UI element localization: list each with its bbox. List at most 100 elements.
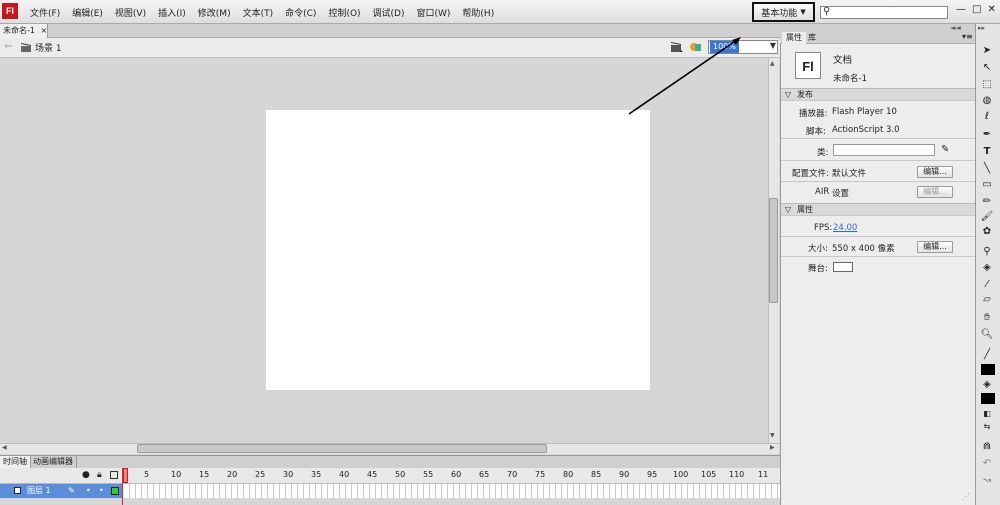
edit-profile-button[interactable]: 编辑... — [917, 166, 953, 178]
3d-rotation-tool-icon[interactable]: ◍ — [978, 94, 996, 108]
menu-edit[interactable]: 编辑(E) — [66, 6, 109, 19]
fill-color-icon[interactable]: ◈ — [978, 378, 996, 392]
menu-control[interactable]: 控制(O) — [322, 6, 366, 19]
menu-text[interactable]: 文本(T) — [237, 6, 280, 19]
workspace-switcher[interactable]: 基本功能 ▼ — [752, 2, 815, 22]
visibility-dot[interactable]: • — [86, 484, 91, 498]
frame-cells[interactable] — [124, 484, 780, 498]
lock-dot[interactable]: • — [99, 484, 104, 498]
eraser-tool-icon[interactable]: ▱ — [978, 293, 996, 307]
brush-tool-icon[interactable]: 🖌︎ — [978, 210, 996, 224]
panel-menu-icon[interactable]: ▾≡ — [962, 32, 973, 41]
tab-timeline[interactable]: 时间轴 — [0, 456, 31, 468]
lasso-tool-icon[interactable]: ℓ — [978, 110, 996, 124]
pencil-tool-icon[interactable]: ✏ — [978, 195, 996, 209]
rectangle-tool-icon[interactable]: ▭ — [978, 178, 996, 192]
menu-insert[interactable]: 插入(I) — [152, 6, 192, 19]
menu-modify[interactable]: 修改(M) — [192, 6, 237, 19]
subselection-tool-icon[interactable]: ↖ — [978, 61, 996, 75]
eyedropper-tool-icon[interactable]: ⁄ — [978, 278, 996, 292]
class-input[interactable] — [833, 144, 935, 156]
help-search-input[interactable]: ⚲ — [820, 6, 948, 19]
callout-arrow — [628, 37, 741, 115]
hand-tool-icon[interactable]: ✋︎ — [978, 311, 996, 325]
menu-file[interactable]: 文件(F) — [24, 6, 66, 19]
frame-number: 65 — [479, 470, 490, 479]
menu-help[interactable]: 帮助(H) — [456, 6, 500, 19]
menu-window[interactable]: 窗口(W) — [411, 6, 457, 19]
line-tool-icon[interactable]: ╲ — [978, 162, 996, 176]
deco-tool-icon[interactable]: ✿ — [978, 225, 996, 239]
frame-number: 10 — [171, 470, 182, 479]
swap-colors-icon[interactable]: ⇆ — [978, 420, 996, 434]
maximize-button[interactable]: □ — [972, 4, 981, 15]
tools-collapse-icon[interactable]: ▸▸ — [978, 24, 985, 32]
frame-number: 105 — [701, 470, 717, 479]
horizontal-scroll-thumb[interactable] — [137, 444, 547, 453]
minimize-button[interactable]: — — [956, 4, 966, 15]
straighten-icon[interactable]: ↝ — [978, 474, 996, 488]
back-arrow-icon[interactable]: ⇐ — [4, 41, 12, 52]
free-transform-tool-icon[interactable]: ⬚ — [978, 78, 996, 92]
scroll-left-icon[interactable]: ◀ — [2, 444, 7, 451]
fps-label: FPS: — [814, 223, 833, 233]
scroll-up-icon[interactable]: ▲ — [770, 60, 775, 67]
section-properties[interactable]: ▽ 属性 — [781, 203, 975, 216]
document-tab[interactable]: 未命名-1 × — [0, 24, 48, 38]
clapper-icon — [21, 43, 31, 52]
paint-bucket-tool-icon[interactable]: ◈ — [978, 261, 996, 275]
tab-properties[interactable]: 属性 — [782, 32, 806, 44]
section-publish[interactable]: ▽ 发布 — [781, 88, 975, 101]
black-white-icon[interactable]: ◧ — [978, 407, 996, 421]
scroll-right-icon[interactable]: ▶ — [770, 444, 775, 451]
air-value: 设置 — [832, 189, 850, 199]
edit-size-button[interactable]: 编辑... — [917, 241, 953, 253]
close-button[interactable]: ✕ — [987, 4, 995, 15]
menu-view[interactable]: 视图(V) — [109, 6, 152, 19]
stage[interactable] — [266, 110, 650, 390]
menu-commands[interactable]: 命令(C) — [279, 6, 322, 19]
scroll-down-icon[interactable]: ▼ — [770, 432, 775, 439]
text-tool-icon[interactable]: T — [978, 145, 996, 159]
eye-icon[interactable]: ● — [82, 470, 90, 480]
frame-number: 20 — [227, 470, 238, 479]
panel-collapse-icon[interactable]: ◄◄ — [950, 24, 961, 32]
pen-tool-icon[interactable]: ✒ — [978, 128, 996, 142]
layer-name-cell[interactable]: 图层 1 ✎ • • — [0, 484, 123, 498]
tab-motion-editor[interactable]: 动画编辑器 — [30, 456, 77, 468]
stroke-color-icon[interactable]: ╱ — [978, 348, 996, 362]
menu-debug[interactable]: 调试(D) — [367, 6, 411, 19]
lock-icon[interactable]: 🔒︎ — [97, 470, 102, 480]
document-tab-label: 未命名-1 — [3, 26, 35, 35]
playhead[interactable] — [122, 468, 128, 505]
outline-color-swatch[interactable] — [111, 487, 119, 495]
edit-air-button[interactable]: 编辑... — [917, 186, 953, 198]
frame-number: 35 — [311, 470, 322, 479]
scene-breadcrumb[interactable]: 场景 1 — [20, 41, 62, 54]
selection-tool-icon[interactable]: ➤ — [978, 44, 996, 58]
fill-color-swatch[interactable] — [981, 393, 995, 404]
bone-tool-icon[interactable]: ⚲ — [978, 245, 996, 259]
close-tab-icon[interactable]: × — [41, 26, 48, 35]
smooth-icon[interactable]: ↶ — [978, 457, 996, 471]
air-label: AIR — [815, 187, 830, 197]
size-value: 550 x 400 像素 — [832, 244, 895, 254]
fps-value[interactable]: 24.00 — [833, 223, 857, 233]
stage-color-swatch[interactable] — [833, 262, 853, 272]
resize-grip-icon[interactable]: ⋰ — [962, 492, 970, 501]
doc-type: 文档 — [833, 55, 853, 66]
collapse-icon: ▽ — [785, 205, 792, 214]
divider — [781, 236, 975, 237]
tab-library[interactable]: 库 — [804, 32, 820, 44]
zoom-tool-icon[interactable]: 🔍︎ — [978, 328, 996, 342]
snap-to-objects-icon[interactable]: ⋒ — [978, 440, 996, 454]
pencil-icon[interactable]: ✎ — [941, 144, 949, 155]
frame-number: 80 — [563, 470, 574, 479]
vertical-scroll-thumb[interactable] — [769, 198, 778, 303]
outline-icon[interactable] — [110, 471, 118, 479]
timeline-tab-bar — [0, 455, 780, 468]
profile-label: 配置文件: — [792, 169, 829, 179]
stroke-color-swatch[interactable] — [981, 364, 995, 375]
frame-number: 25 — [255, 470, 266, 479]
frame-number: 15 — [199, 470, 210, 479]
